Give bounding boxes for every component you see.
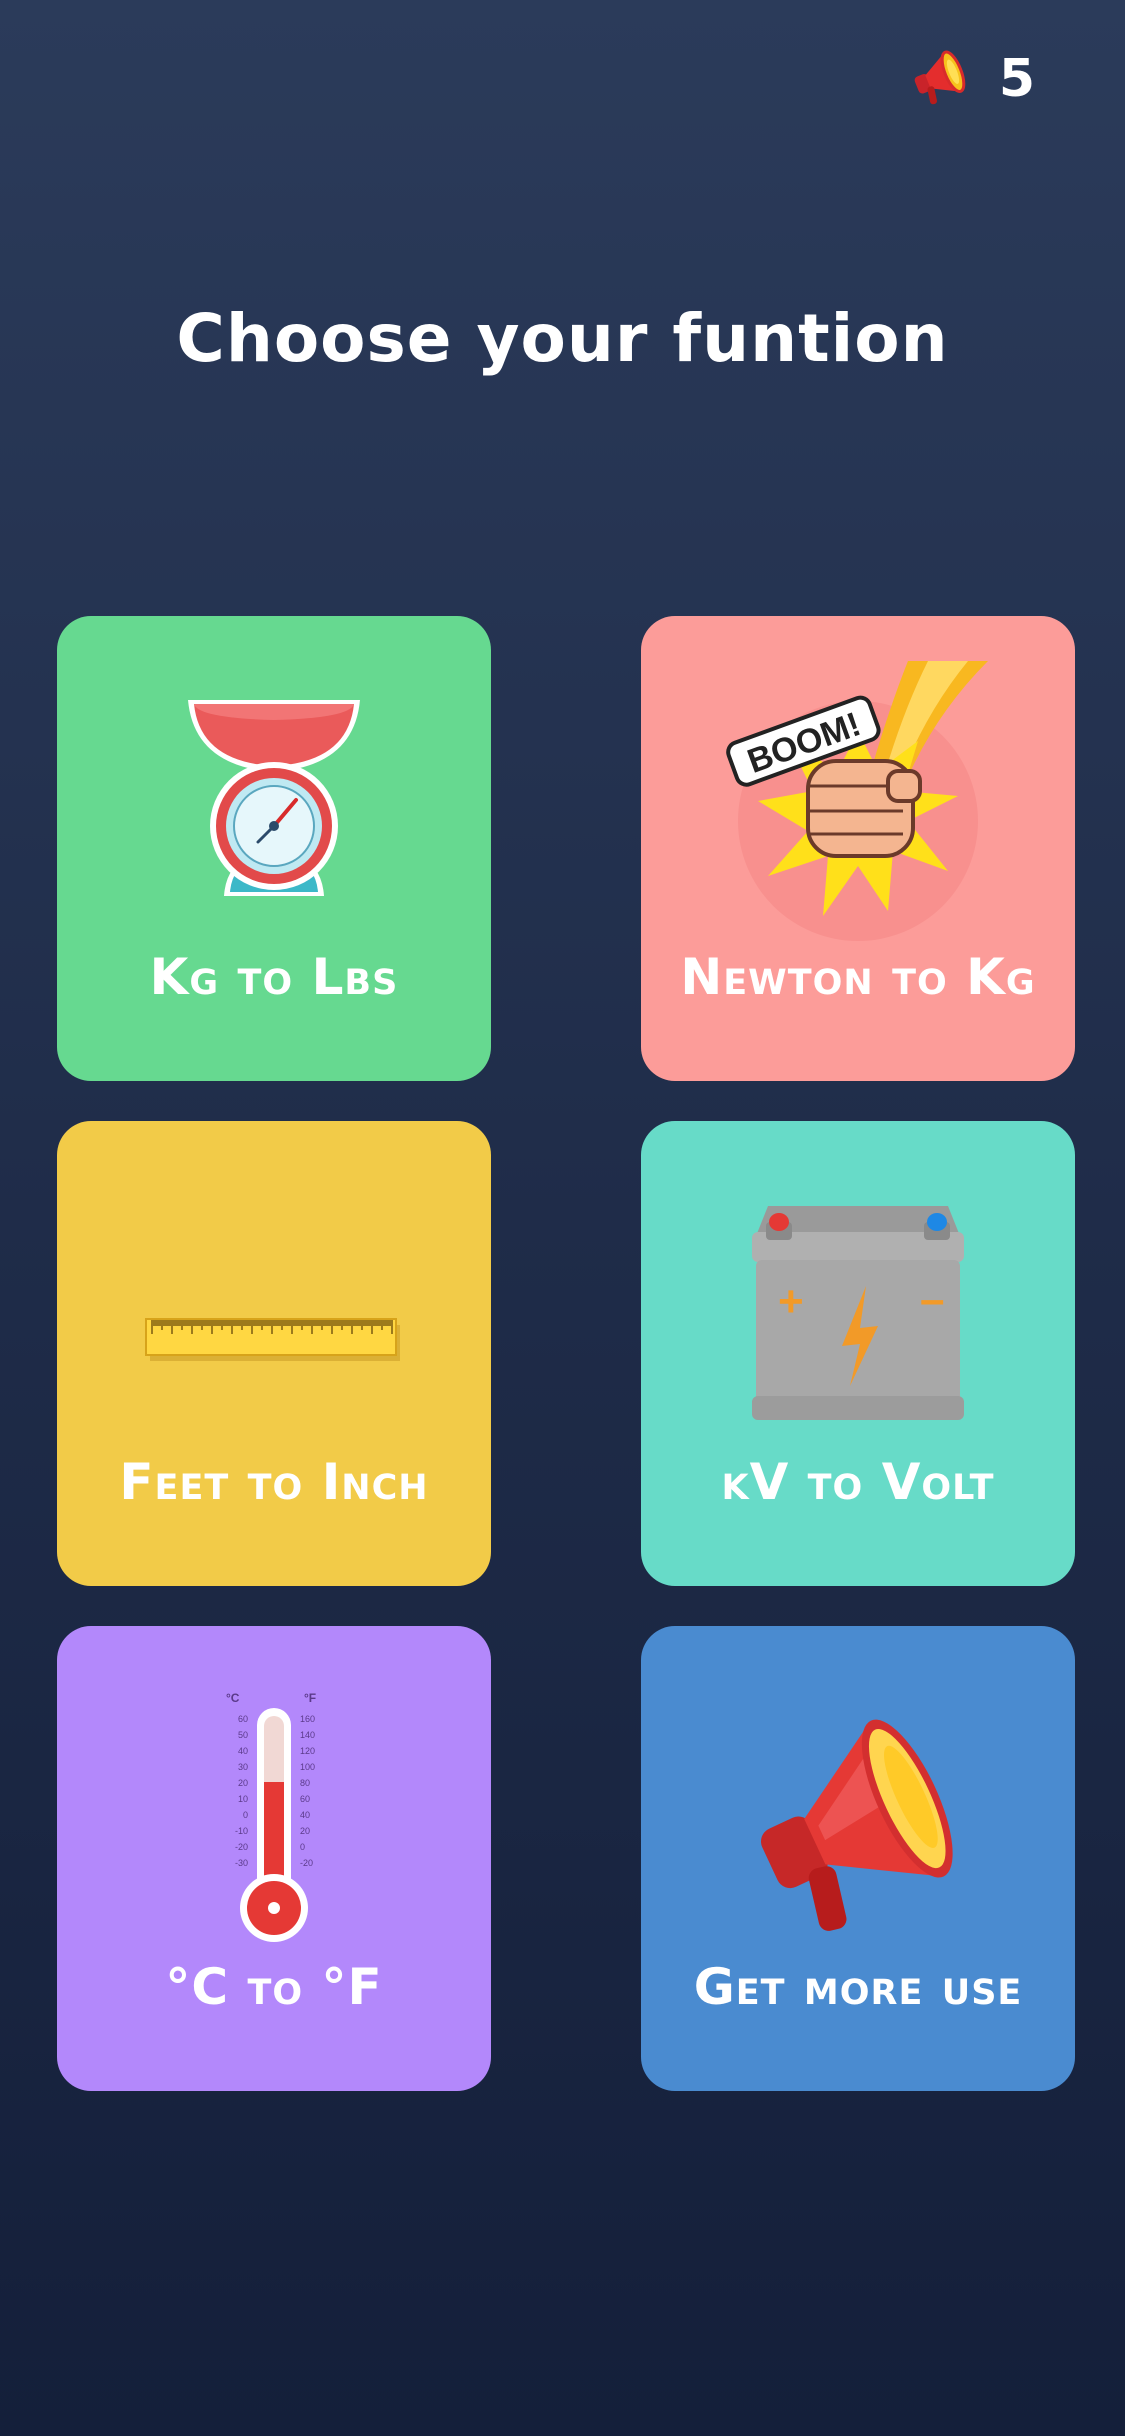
newton-to-kg-card[interactable]: BOOM! Newton to Kg: [641, 616, 1075, 1081]
thermometer-icon: °C °F 60 160 50 140 40 120 30 100 20 80 10 60 0 40 -10…: [57, 1686, 491, 1946]
credits-indicator[interactable]: 5: [909, 48, 1035, 110]
kv-to-volt-card[interactable]: + – kV to Volt: [641, 1121, 1075, 1586]
fahrenheit-tick-label: -20: [300, 1858, 313, 1868]
celsius-tick-label: 30: [238, 1762, 248, 1772]
fahrenheit-tick-label: 140: [300, 1730, 315, 1740]
function-grid: Kg to Lbs BOOM! Newton to Kg Feet to Inc…: [57, 616, 1075, 2091]
svg-text:°C: °C: [226, 1691, 240, 1705]
kg-to-lbs-card[interactable]: Kg to Lbs: [57, 616, 491, 1081]
credit-count: 5: [998, 49, 1035, 109]
card-label: Kg to Lbs: [149, 948, 399, 1006]
fahrenheit-tick-label: 20: [300, 1826, 310, 1836]
feet-to-inch-card[interactable]: Feet to Inch: [57, 1121, 491, 1586]
svg-text:°F: °F: [304, 1691, 316, 1705]
celsius-tick-label: -30: [235, 1858, 248, 1868]
card-label: Get more use: [693, 1958, 1023, 2016]
celsius-tick-label: 10: [238, 1794, 248, 1804]
get-more-use-card[interactable]: Get more use: [641, 1626, 1075, 2091]
celsius-tick-label: 40: [238, 1746, 248, 1756]
card-label: Newton to Kg: [680, 948, 1036, 1006]
celsius-tick-label: 60: [238, 1714, 248, 1724]
svg-text:–: –: [920, 1275, 944, 1324]
celsius-to-fahrenheit-card[interactable]: °C °F 60 160 50 140 40 120 30 100 20 80 10 60 0 40 -10…: [57, 1626, 491, 2091]
page-title: Choose your funtion: [176, 300, 949, 377]
celsius-tick-label: 50: [238, 1730, 248, 1740]
fahrenheit-tick-label: 0: [300, 1842, 305, 1852]
fahrenheit-tick-label: 80: [300, 1778, 310, 1788]
svg-text:+: +: [778, 1277, 804, 1326]
fahrenheit-tick-label: 40: [300, 1810, 310, 1820]
fahrenheit-tick-label: 100: [300, 1762, 315, 1772]
card-label: Feet to Inch: [119, 1453, 429, 1511]
celsius-tick-label: -10: [235, 1826, 248, 1836]
celsius-tick-label: 20: [238, 1778, 248, 1788]
card-label: °C to °F: [165, 1958, 383, 2016]
fahrenheit-tick-label: 160: [300, 1714, 315, 1724]
megaphone-icon: [641, 1686, 1075, 1946]
celsius-tick-label: -20: [235, 1842, 248, 1852]
ruler-icon: [57, 1211, 491, 1471]
fahrenheit-tick-label: 60: [300, 1794, 310, 1804]
fahrenheit-tick-label: 120: [300, 1746, 315, 1756]
celsius-tick-label: 0: [243, 1810, 248, 1820]
megaphone-icon: [909, 48, 971, 110]
fist-boom-icon: BOOM!: [641, 661, 1075, 941]
battery-icon: + –: [641, 1181, 1075, 1441]
card-label: kV to Volt: [721, 1453, 995, 1511]
scale-icon: [57, 676, 491, 936]
